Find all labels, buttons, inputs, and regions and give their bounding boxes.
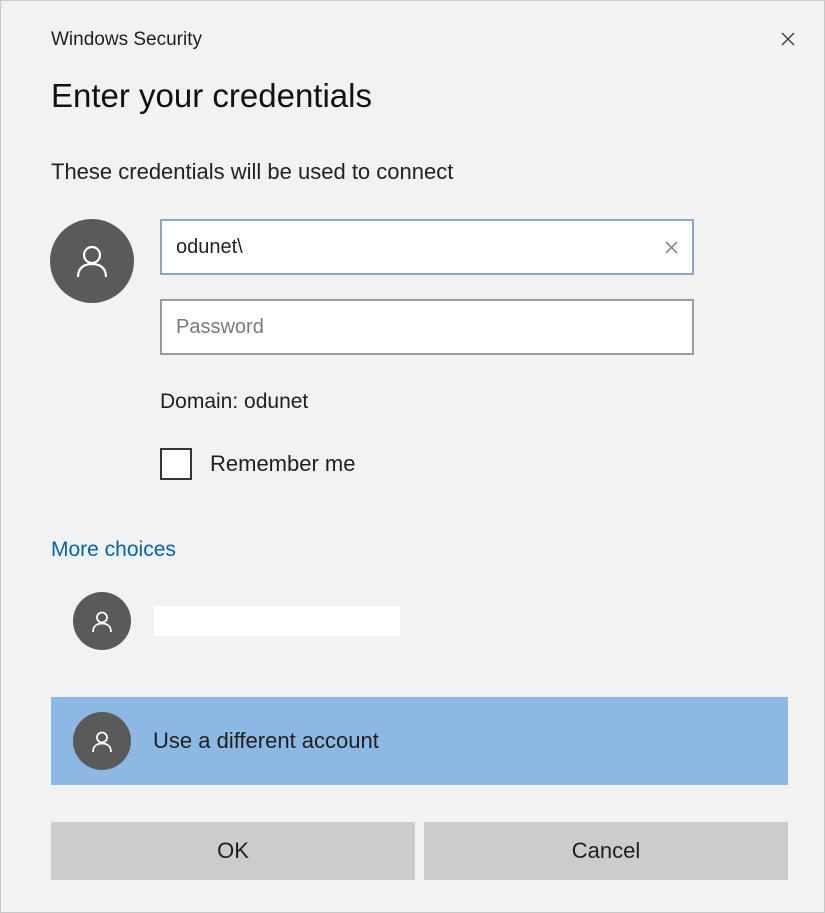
clear-icon [665, 241, 678, 253]
description-text: These credentials will be used to connec… [51, 159, 454, 184]
username-field[interactable] [160, 219, 694, 275]
cancel-button[interactable]: Cancel [424, 822, 788, 880]
different-account-label: Use a different account [153, 728, 379, 753]
window-title: Windows Security [51, 29, 202, 50]
domain-label: Domain: odunet [160, 390, 309, 413]
remember-me-label[interactable]: Remember me [210, 451, 355, 477]
user-icon [76, 245, 108, 278]
ok-button[interactable]: OK [51, 822, 415, 880]
clear-button[interactable] [659, 241, 678, 254]
password-input[interactable] [176, 315, 678, 339]
close-button[interactable] [774, 25, 802, 53]
user-icon [92, 611, 112, 633]
avatar [73, 592, 131, 650]
remember-me-checkbox[interactable] [160, 448, 192, 480]
username-input[interactable] [176, 235, 659, 259]
user-icon [92, 731, 112, 753]
account-option-saved[interactable] [51, 577, 788, 665]
close-icon [781, 32, 795, 46]
credentials-dialog: Windows Security Enter your credentials … [0, 0, 825, 913]
avatar [73, 712, 131, 770]
remember-me-row[interactable]: Remember me [160, 448, 355, 480]
page-title: Enter your credentials [51, 77, 372, 114]
avatar [50, 219, 134, 303]
more-choices-link[interactable]: More choices [51, 538, 176, 562]
account-name-redacted [154, 606, 400, 636]
password-field[interactable] [160, 299, 694, 355]
account-option-different[interactable]: Use a different account [51, 697, 788, 785]
